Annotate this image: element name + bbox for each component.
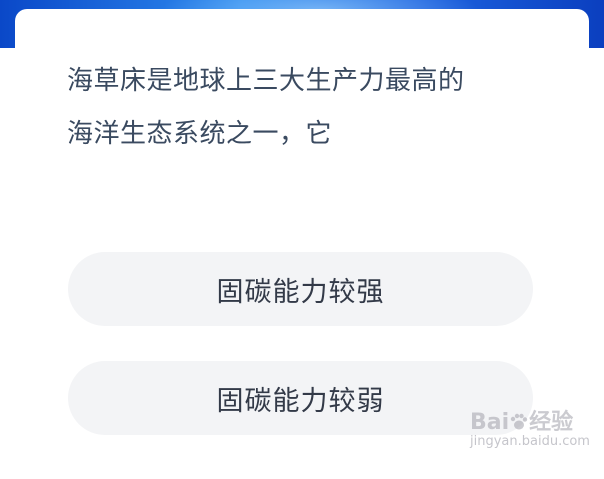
watermark-logo-right: 经验 xyxy=(529,410,574,435)
question-text: 海草床是地球上三大生产力最高的 海洋生态系统之一，它 xyxy=(67,55,547,161)
answer-option-2-label: 固碳能力较弱 xyxy=(216,385,385,417)
watermark-logo: Bai 经验 xyxy=(470,404,573,436)
answer-option-1-label: 固碳能力较强 xyxy=(216,276,385,308)
watermark-url: jingyan.baidu.com xyxy=(470,434,590,449)
baidu-jingyan-watermark: Bai 经验 jingyan.baidu.com xyxy=(470,404,590,460)
question-line-1: 海草床是地球上三大生产力最高的 xyxy=(67,66,465,96)
question-line-2: 海洋生态系统之一，它 xyxy=(67,119,333,149)
answer-option-1[interactable]: 固碳能力较强 xyxy=(68,252,533,326)
answer-option-2[interactable]: 固碳能力较弱 xyxy=(68,361,533,435)
paw-icon xyxy=(510,413,528,430)
watermark-logo-left: Bai xyxy=(470,410,510,435)
